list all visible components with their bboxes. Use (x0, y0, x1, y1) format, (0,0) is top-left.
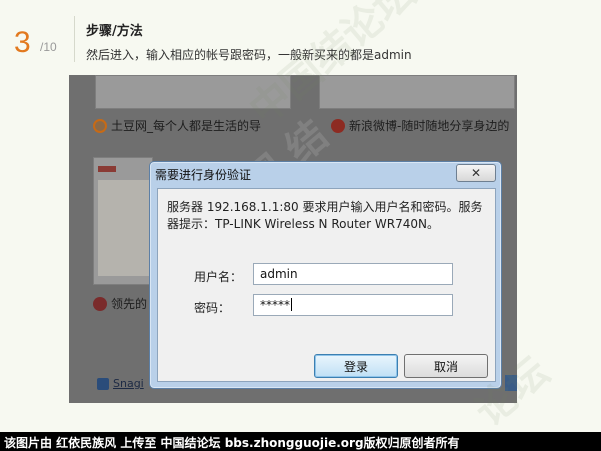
step-description: 然后进入，输入相应的帐号跟密码，一般新买来的都是admin (86, 48, 412, 62)
step-total: /10 (40, 40, 57, 54)
link-tudou[interactable]: 土豆网_每个人都是生活的导 (93, 117, 261, 134)
username-input[interactable]: admin (253, 263, 453, 285)
snagit-icon (97, 377, 109, 390)
dialog-body: 服务器 192.168.1.1:80 要求用户输入用户名和密码。服务器提示：TP… (157, 188, 496, 382)
auth-dialog: 需要进行身份验证 ✕ 服务器 192.168.1.1:80 要求用户输入用户名和… (149, 161, 502, 389)
login-button[interactable]: 登录 (314, 354, 398, 378)
thumbnail-card (95, 75, 291, 109)
text-caret (291, 298, 292, 311)
site-icon (93, 296, 107, 311)
password-label: 密码： (194, 301, 231, 315)
username-label: 用户名： (194, 270, 243, 284)
close-icon: ✕ (470, 166, 482, 180)
cancel-button[interactable]: 取消 (404, 354, 488, 378)
dialog-title: 需要进行身份验证 (155, 168, 252, 182)
auth-message: 服务器 192.168.1.1:80 要求用户输入用户名和密码。服务器提示：TP… (167, 200, 483, 231)
close-button[interactable]: ✕ (456, 164, 496, 182)
link-lingxian[interactable]: 领先的 (93, 295, 147, 312)
step-divider (74, 16, 75, 62)
step-title: 步骤/方法 (86, 24, 143, 39)
link-snagit[interactable]: Snagi (97, 377, 144, 390)
password-input[interactable]: ***** (253, 294, 453, 316)
thumbnail-card (93, 157, 153, 285)
step-number: 3 (14, 26, 31, 59)
browser-screenshot: 土豆网_每个人都是生活的导 新浪微博-随时随地分享身边的 领先的 Snagi 中… (69, 75, 517, 403)
weibo-icon (331, 118, 345, 133)
footer-credit: 该图片由 红依民族风 上传至 中国结论坛 bbs.zhongguojie.org… (0, 432, 601, 451)
taskbar-icon (505, 375, 517, 391)
tudou-icon (93, 118, 107, 133)
thumbnail-card (319, 75, 515, 109)
link-weibo[interactable]: 新浪微博-随时随地分享身边的 (331, 117, 509, 134)
